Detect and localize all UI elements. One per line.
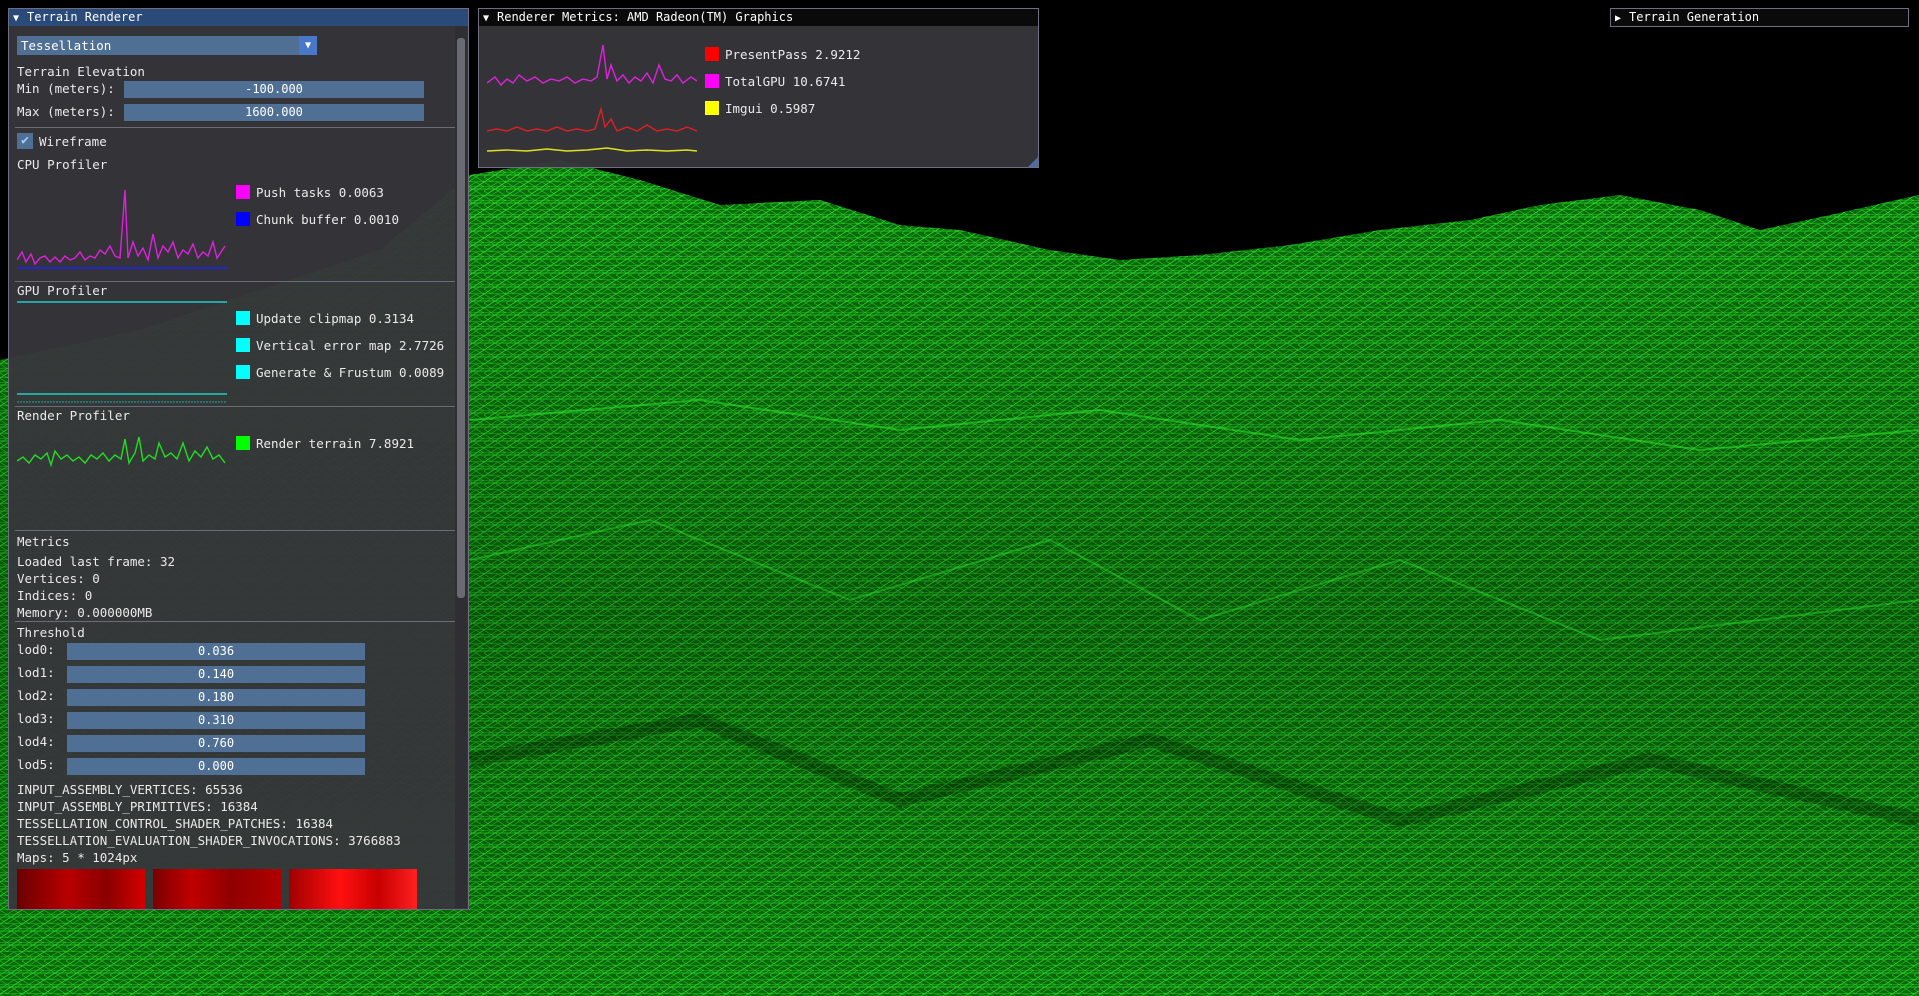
legend-swatch-imgui	[705, 101, 719, 115]
legend-render-terrain: Render terrain 7.8921	[256, 436, 415, 451]
maps-label: Maps: 5 * 1024px	[17, 850, 138, 865]
triangle-right-icon[interactable]: ▶	[1615, 10, 1629, 26]
cpu-profiler-heading: CPU Profiler	[17, 157, 108, 172]
height-map-thumbnail	[289, 869, 417, 909]
renderer-mode-value: Tessellation	[21, 38, 112, 53]
triangle-down-icon[interactable]: ▼	[483, 10, 497, 26]
elevation-heading: Terrain Elevation	[17, 64, 145, 79]
legend-swatch-vertical-error-map	[236, 338, 250, 352]
lod2-field[interactable]: 0.180	[67, 689, 365, 706]
lod1-label: lod1:	[17, 665, 55, 680]
separator	[15, 621, 455, 622]
min-elevation-field[interactable]: -100.000	[124, 81, 424, 98]
renderer-metrics-window[interactable]: ▼ Renderer Metrics: AMD Radeon(TM) Graphi…	[478, 8, 1039, 168]
scrollbar-thumb[interactable]	[457, 38, 465, 598]
terrain-renderer-window[interactable]: ▼ Terrain Renderer Tessellation ▼ Terrain…	[8, 8, 469, 910]
height-map-thumbnail	[17, 869, 145, 909]
legend-swatch-render-terrain	[236, 436, 250, 450]
stat-ia-vertices: INPUT_ASSEMBLY_VERTICES: 65536	[17, 782, 243, 797]
metric-loaded-last-frame: Loaded last frame: 32	[17, 554, 176, 569]
metric-indices: Indices: 0	[17, 588, 93, 603]
window-title: Terrain Generation	[1629, 10, 1760, 24]
max-elevation-field[interactable]: 1600.000	[124, 104, 424, 121]
legend-imgui: Imgui 0.5987	[725, 101, 816, 116]
separator	[15, 530, 455, 531]
legend-swatch-presentpass	[705, 47, 719, 61]
legend-swatch-generate-frustum	[236, 365, 250, 379]
lod0-field[interactable]: 0.036	[67, 643, 365, 660]
max-elevation-label: Max (meters):	[17, 104, 115, 119]
height-map-thumbnail	[153, 869, 281, 909]
checkmark-icon: ✔	[21, 133, 29, 148]
push-tasks-line	[17, 189, 226, 266]
lod3-label: lod3:	[17, 711, 55, 726]
window-title: Renderer Metrics: AMD Radeon(TM) Graphic…	[497, 10, 794, 24]
legend-swatch-update-clipmap	[236, 311, 250, 325]
render-profiler-heading: Render Profiler	[17, 408, 130, 423]
legend-generate-frustum: Generate & Frustum 0.0089	[256, 365, 445, 380]
separator	[15, 406, 455, 407]
lod1-field[interactable]: 0.140	[67, 666, 365, 683]
stat-tes-invocations: TESSELLATION_EVALUATION_SHADER_INVOCATIO…	[17, 833, 401, 848]
totalgpu-line	[487, 44, 697, 87]
lod2-label: lod2:	[17, 688, 55, 703]
lod5-field[interactable]: 0.000	[67, 758, 365, 775]
terrain-renderer-titlebar[interactable]: ▼ Terrain Renderer	[9, 9, 468, 26]
presentpass-line	[487, 106, 697, 132]
cpu-profiler-plot	[17, 189, 227, 269]
renderer-metrics-titlebar[interactable]: ▼ Renderer Metrics: AMD Radeon(TM) Graphi…	[479, 9, 1038, 26]
lod4-label: lod4:	[17, 734, 55, 749]
min-elevation-label: Min (meters):	[17, 81, 115, 96]
chevron-down-icon[interactable]: ▼	[299, 36, 317, 55]
legend-swatch-chunk-buffer	[236, 212, 250, 226]
terrain-generation-titlebar[interactable]: ▶ Terrain Generation	[1611, 9, 1908, 26]
terrain-generation-window[interactable]: ▶ Terrain Generation	[1610, 8, 1909, 27]
render-profiler-plot	[17, 436, 226, 468]
render-terrain-line	[17, 436, 226, 468]
lod3-field[interactable]: 0.310	[67, 712, 365, 729]
gpu-profiler-heading: GPU Profiler	[17, 283, 108, 298]
lod4-field[interactable]: 0.760	[67, 735, 365, 752]
separator	[15, 281, 455, 282]
gpu-profiler-plot	[17, 301, 227, 403]
legend-push-tasks: Push tasks 0.0063	[256, 185, 384, 200]
threshold-heading: Threshold	[17, 625, 85, 640]
lod5-label: lod5:	[17, 757, 55, 772]
legend-update-clipmap: Update clipmap 0.3134	[256, 311, 415, 326]
legend-vertical-error-map: Vertical error map 2.7726	[256, 338, 445, 353]
metric-memory: Memory: 0.000000MB	[17, 605, 153, 620]
legend-chunk-buffer: Chunk buffer 0.0010	[256, 212, 399, 227]
legend-presentpass: PresentPass 2.9212	[725, 47, 861, 62]
lod0-label: lod0:	[17, 642, 55, 657]
window-title: Terrain Renderer	[27, 10, 143, 24]
renderer-metrics-plot	[487, 44, 697, 152]
legend-swatch-totalgpu	[705, 74, 719, 88]
metric-vertices: Vertices: 0	[17, 571, 100, 586]
resize-grip-icon[interactable]	[1028, 157, 1038, 167]
metrics-heading: Metrics	[17, 534, 70, 549]
separator	[15, 127, 455, 128]
stat-tcs-patches: TESSELLATION_CONTROL_SHADER_PATCHES: 163…	[17, 816, 334, 831]
wireframe-label: Wireframe	[39, 134, 107, 149]
imgui-line	[487, 147, 697, 152]
legend-totalgpu: TotalGPU 10.6741	[725, 74, 846, 89]
wireframe-checkbox[interactable]: ✔	[17, 133, 33, 149]
legend-swatch-push-tasks	[236, 185, 250, 199]
triangle-down-icon[interactable]: ▼	[13, 10, 27, 26]
renderer-mode-select[interactable]: Tessellation ▼	[17, 36, 317, 55]
scrollbar[interactable]	[455, 26, 467, 908]
stat-ia-primitives: INPUT_ASSEMBLY_PRIMITIVES: 16384	[17, 799, 258, 814]
